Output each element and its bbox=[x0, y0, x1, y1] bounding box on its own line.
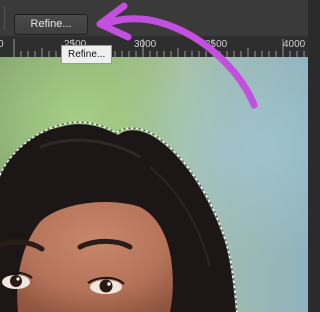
ruler-label-0: 0 bbox=[0, 39, 4, 50]
horizontal-ruler: 0 2500 3000 3500 4000 bbox=[0, 36, 308, 58]
options-bar: Refine... bbox=[0, 0, 308, 37]
refine-button[interactable]: Refine... bbox=[14, 14, 88, 35]
ruler-label-4000: 4000 bbox=[283, 39, 306, 50]
toolbar-divider bbox=[4, 6, 5, 30]
app-window: Refine... 3000 3500 4000 Refine... bbox=[0, 0, 308, 312]
refine-tooltip: Refine... bbox=[61, 45, 113, 64]
portrait-photo bbox=[0, 57, 308, 312]
ruler-label-3000: 3000 bbox=[134, 39, 157, 50]
ruler-label-3500: 3500 bbox=[205, 39, 228, 50]
document-canvas[interactable] bbox=[0, 57, 308, 312]
